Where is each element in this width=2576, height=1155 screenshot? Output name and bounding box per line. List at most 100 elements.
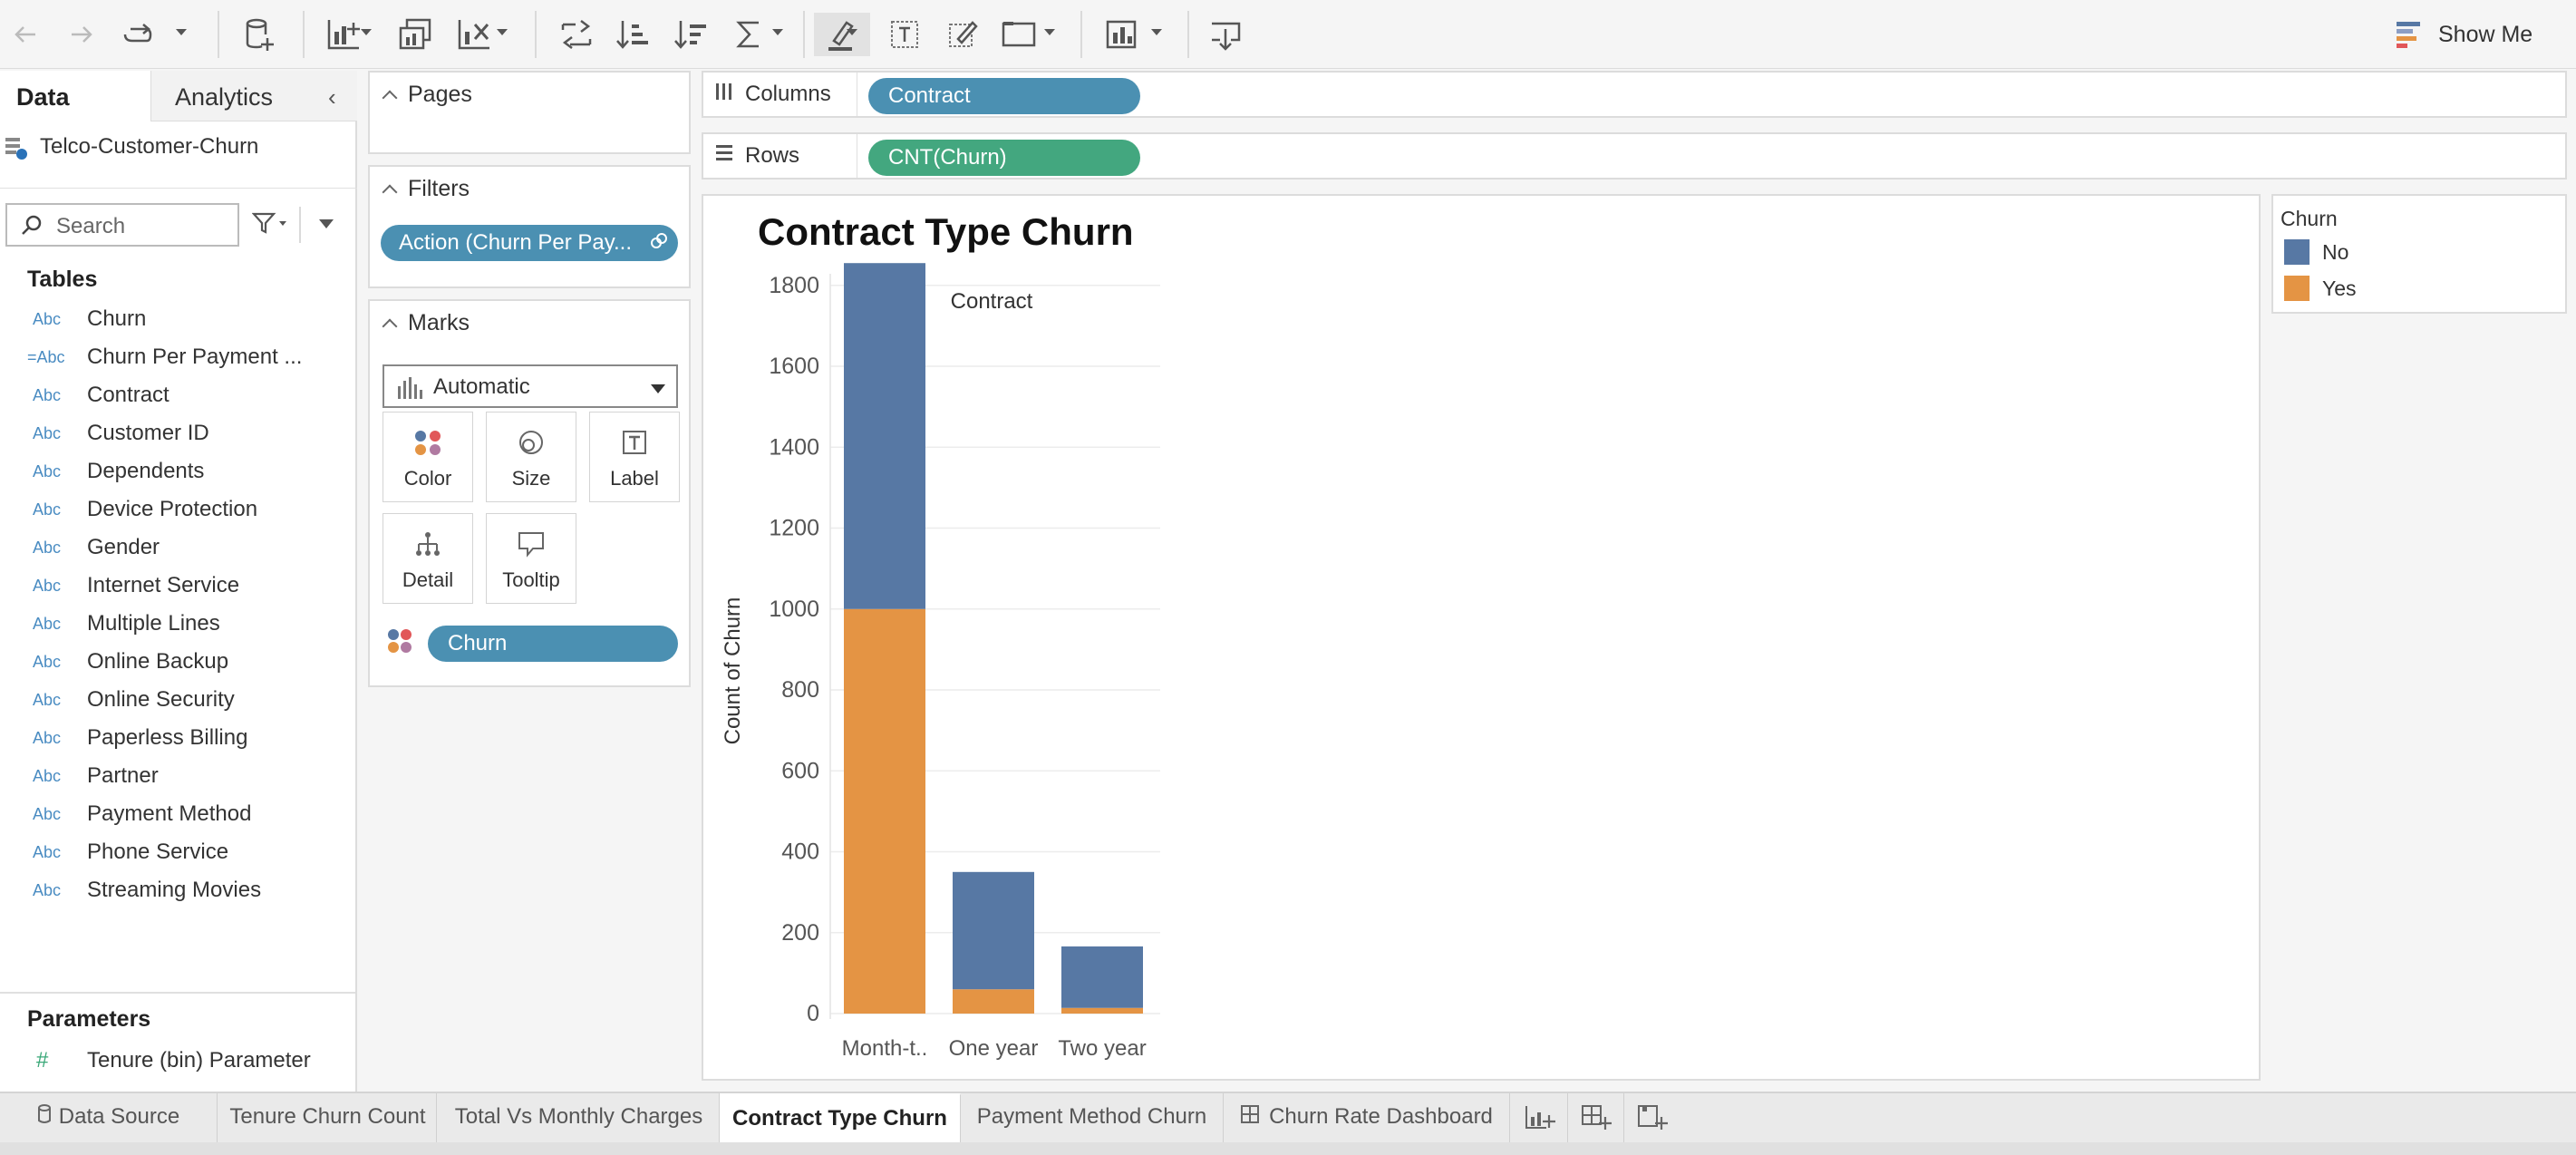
datasource-name[interactable]: Telco-Customer-Churn [40, 134, 258, 160]
color-legend[interactable]: Churn No Yes [2271, 194, 2567, 314]
label-button[interactable]: Label [589, 412, 680, 502]
field-item[interactable]: Abc Device Protection [0, 493, 355, 529]
redo-menu-icon[interactable] [176, 29, 187, 35]
field-item[interactable]: Abc Contract [0, 379, 355, 415]
color-pill[interactable]: Churn [428, 626, 678, 662]
field-item[interactable]: Abc Online Security [0, 684, 355, 720]
pages-card[interactable]: Pages [368, 71, 691, 154]
field-item[interactable]: Abc Paperless Billing [0, 722, 355, 758]
field-item[interactable]: Abc Dependents [0, 455, 355, 491]
new-story-tab-icon[interactable] [1624, 1093, 1680, 1142]
color-button[interactable]: Color [383, 412, 473, 502]
string-type-icon: Abc [33, 500, 62, 519]
field-item[interactable]: Abc Internet Service [0, 569, 355, 606]
status-bar [0, 1142, 2576, 1155]
data-pane: Data Analytics ‹ Telco-Customer-Churn Se… [0, 71, 357, 1092]
string-type-icon: Abc [33, 539, 62, 557]
rows-shelf[interactable]: Rows CNT(Churn) [702, 132, 2567, 180]
search-icon [20, 214, 44, 242]
labels-icon[interactable] [885, 13, 925, 56]
swap-icon[interactable] [557, 13, 596, 56]
tab-tenure-churn-count[interactable]: Tenure Churn Count [219, 1093, 437, 1142]
download-icon[interactable] [1206, 13, 1245, 56]
clear-sheet-icon[interactable] [455, 13, 495, 56]
pane-menu-icon[interactable] [319, 219, 334, 228]
forward-icon[interactable] [63, 13, 100, 56]
x-tick-label: Month-t.. [842, 1036, 928, 1061]
parameter-item[interactable]: Tenure (bin) Parameter [87, 1048, 311, 1073]
field-item[interactable]: =Abc Churn Per Payment ... [0, 341, 355, 377]
fit-menu-icon[interactable] [1044, 29, 1055, 35]
collapse-icon[interactable] [382, 90, 398, 105]
columns-icon [714, 82, 734, 108]
presentation-menu-icon[interactable] [1151, 29, 1162, 35]
collapse-icon[interactable] [382, 318, 398, 334]
field-name: Churn [87, 306, 147, 331]
annotate-icon[interactable] [943, 13, 983, 56]
bar-segment-yes [1061, 1007, 1143, 1014]
marks-card[interactable]: Marks Automatic Color Size Label Detail … [368, 299, 691, 687]
back-icon[interactable] [7, 13, 44, 56]
new-datasource-icon[interactable] [239, 13, 279, 56]
new-worksheet-menu-icon[interactable] [361, 29, 372, 35]
field-item[interactable]: Abc Streaming Movies [0, 874, 355, 910]
legend-item-no[interactable]: No [2284, 239, 2348, 265]
sort-descending-icon[interactable] [671, 13, 711, 56]
new-worksheet-tab-icon[interactable] [1512, 1093, 1568, 1142]
tab-churn-rate-dashboard[interactable]: Churn Rate Dashboard [1224, 1093, 1510, 1142]
collapse-icon[interactable] [382, 184, 398, 199]
string-type-icon: Abc [33, 424, 62, 442]
legend-item-yes[interactable]: Yes [2284, 276, 2357, 301]
field-item[interactable]: Abc Payment Method [0, 798, 355, 834]
detail-button[interactable]: Detail [383, 513, 473, 604]
highlight-menu-icon[interactable] [847, 29, 857, 35]
redo-icon[interactable] [118, 13, 158, 56]
string-type-icon: Abc [33, 577, 62, 595]
field-item[interactable]: Abc Partner [0, 760, 355, 796]
search-input[interactable]: Search [5, 203, 239, 247]
tooltip-icon [487, 530, 576, 558]
size-button[interactable]: Size [486, 412, 576, 502]
tab-total-vs-monthly-charges[interactable]: Total Vs Monthly Charges [439, 1093, 720, 1142]
tab-data-source[interactable]: Data Source [0, 1093, 218, 1142]
field-item[interactable]: Abc Multiple Lines [0, 607, 355, 644]
x-tick-label: Two year [1058, 1036, 1146, 1061]
presentation-icon[interactable] [1102, 13, 1146, 56]
rows-pill[interactable]: CNT(Churn) [868, 140, 1140, 176]
field-item[interactable]: Abc Customer ID [0, 417, 355, 453]
tab-analytics[interactable]: Analytics [150, 71, 357, 121]
tab-payment-method-churn[interactable]: Payment Method Churn [961, 1093, 1224, 1142]
filter-fields-icon[interactable] [251, 212, 290, 238]
field-item[interactable]: Abc Phone Service [0, 836, 355, 872]
filters-card[interactable]: Filters Action (Churn Per Pay... [368, 165, 691, 288]
y-tick-label: 800 [781, 677, 819, 703]
mark-type-select[interactable]: Automatic [383, 364, 678, 408]
totals-icon[interactable] [731, 13, 770, 56]
fit-icon[interactable] [999, 13, 1039, 56]
collapse-pane-icon[interactable]: ‹ [328, 83, 336, 112]
sort-ascending-icon[interactable] [613, 13, 653, 56]
columns-pill[interactable]: Contract [868, 78, 1140, 114]
new-dashboard-tab-icon[interactable] [1568, 1093, 1624, 1142]
show-me-button[interactable]: Show Me [2397, 13, 2532, 56]
mark-type-value: Automatic [433, 374, 530, 399]
clear-menu-icon[interactable] [497, 29, 508, 35]
columns-shelf[interactable]: Columns Contract [702, 71, 2567, 118]
new-worksheet-icon[interactable] [324, 13, 364, 56]
tooltip-button[interactable]: Tooltip [486, 513, 576, 604]
calculated-string-type-icon: =Abc [27, 348, 65, 366]
legend-label: Yes [2322, 276, 2357, 300]
chart: Contract Type Churn Contract Count of Chur… [721, 210, 1160, 1061]
field-item[interactable]: Abc Gender [0, 531, 355, 568]
filter-pill[interactable]: Action (Churn Per Pay... [381, 225, 678, 261]
toolbar: Show Me [0, 0, 2576, 69]
highlight-icon[interactable] [814, 13, 870, 56]
y-tick-label: 1800 [769, 273, 819, 298]
field-item[interactable]: Abc Churn [0, 303, 355, 339]
totals-menu-icon[interactable] [772, 29, 783, 35]
duplicate-icon[interactable] [395, 13, 435, 56]
tab-contract-type-churn[interactable]: Contract Type Churn [720, 1093, 961, 1142]
view-area: Contract Type Churn Contract Count of Chur… [702, 194, 2261, 1081]
tab-data[interactable]: Data [0, 71, 150, 121]
field-item[interactable]: Abc Online Backup [0, 645, 355, 682]
